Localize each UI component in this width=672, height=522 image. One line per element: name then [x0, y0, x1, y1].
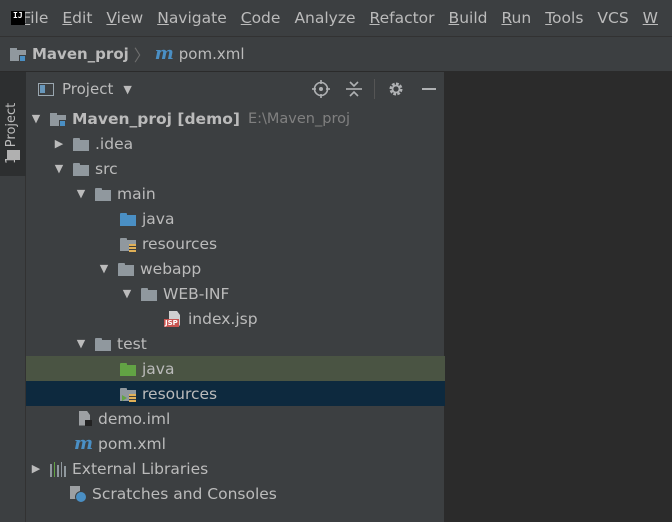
minimize-icon[interactable] [412, 72, 445, 106]
editor-area[interactable] [445, 72, 672, 522]
tree-item-label: main [117, 184, 156, 203]
menu-window[interactable]: W [643, 9, 658, 27]
panel-toolbar [304, 72, 445, 106]
tree-item-main-java[interactable]: ▶ java [26, 206, 445, 231]
project-view-selector[interactable]: Project [62, 80, 113, 98]
project-tree: ▼ Maven_proj [demo] E:\Maven_proj ▶ .ide… [26, 106, 445, 506]
maven-icon: m [154, 43, 174, 64]
test-resources-folder-icon [120, 386, 136, 402]
tree-item-label: demo.iml [98, 409, 171, 428]
expanded-arrow-icon[interactable]: ▼ [75, 337, 87, 350]
project-view-icon [38, 82, 54, 96]
collapsed-arrow-icon[interactable]: ▶ [53, 137, 65, 150]
tree-item-label: index.jsp [188, 309, 258, 328]
folder-icon [7, 150, 20, 160]
tree-item-main-resources[interactable]: ▶ resources [26, 231, 445, 256]
module-folder-icon [50, 111, 66, 127]
tree-item-test-java[interactable]: ▶ java [26, 356, 445, 381]
project-panel: Project ▼ ▼ Maven_proj [demo] E:\Maven_p… [26, 72, 445, 522]
locate-file-icon[interactable] [304, 72, 337, 106]
tree-item-label: External Libraries [72, 459, 209, 478]
menu-code[interactable]: Code [241, 9, 281, 27]
tree-item-label: test [117, 334, 147, 353]
folder-icon [95, 336, 111, 352]
menu-file[interactable]: File [22, 9, 48, 27]
tree-item-label: resources [142, 234, 218, 253]
tree-item-src[interactable]: ▼ src [26, 156, 445, 181]
toolbar-divider [374, 79, 375, 99]
expanded-arrow-icon[interactable]: ▼ [30, 112, 42, 125]
menu-view[interactable]: View [106, 9, 143, 27]
menu-navigate[interactable]: Navigate [157, 9, 227, 27]
menu-run[interactable]: Run [501, 9, 531, 27]
tree-item-external-libraries[interactable]: ▶ External Libraries [26, 456, 445, 481]
gear-icon[interactable] [379, 72, 412, 106]
library-icon [50, 461, 66, 477]
expanded-arrow-icon[interactable]: ▼ [53, 162, 65, 175]
expanded-arrow-icon[interactable]: ▼ [75, 187, 87, 200]
project-panel-header: Project ▼ [26, 72, 445, 106]
test-source-folder-icon [120, 361, 136, 377]
project-tool-tab[interactable]: 1: Project [0, 72, 26, 176]
menu-tools[interactable]: Tools [545, 9, 583, 27]
tree-item-idea[interactable]: ▶ .idea [26, 131, 445, 156]
breadcrumb-project[interactable]: Maven_proj [10, 45, 129, 63]
folder-icon [73, 136, 89, 152]
collapse-all-icon[interactable] [337, 72, 370, 106]
source-folder-icon [120, 211, 136, 227]
tree-item-demo-iml[interactable]: ▶ demo.iml [26, 406, 445, 431]
resources-folder-icon [120, 236, 136, 252]
breadcrumb-project-label: Maven_proj [32, 45, 129, 63]
tree-item-root[interactable]: ▼ Maven_proj [demo] E:\Maven_proj [26, 106, 445, 131]
menu-analyze[interactable]: Analyze [294, 9, 355, 27]
breadcrumb: Maven_proj 〉 m pom.xml [0, 36, 672, 72]
jsp-file-icon: JSP [164, 310, 182, 327]
left-tool-strip: 1: Project [0, 72, 26, 522]
tree-item-label: src [95, 159, 118, 178]
breadcrumb-file-label: pom.xml [178, 45, 245, 63]
tree-item-test-resources[interactable]: ▶ resources [26, 381, 445, 406]
tree-item-scratches[interactable]: ▶ Scratches and Consoles [26, 481, 445, 506]
menu-build[interactable]: Build [449, 9, 488, 27]
chevron-down-icon[interactable]: ▼ [123, 83, 131, 96]
tree-item-webapp[interactable]: ▼ webapp [26, 256, 445, 281]
tree-item-label: webapp [140, 259, 202, 278]
breadcrumb-separator: 〉 [133, 46, 150, 65]
folder-icon [95, 186, 111, 202]
menu-refactor[interactable]: Refactor [370, 9, 435, 27]
tree-item-label: resources [142, 384, 218, 403]
tree-item-label: .idea [95, 134, 134, 153]
jsp-tag: JSP [164, 318, 179, 327]
maven-icon: m [74, 432, 94, 454]
tree-item-main[interactable]: ▼ main [26, 181, 445, 206]
scratches-icon [70, 485, 87, 503]
menu-bar: IJ File Edit View Navigate Code Analyze … [0, 0, 672, 36]
tree-item-label: java [142, 359, 175, 378]
tree-item-webinf[interactable]: ▼ WEB-INF [26, 281, 445, 306]
tree-item-pom-xml[interactable]: ▶ m pom.xml [26, 431, 445, 456]
folder-icon [141, 286, 157, 302]
tree-item-path: E:\Maven_proj [247, 110, 350, 127]
folder-icon [73, 161, 89, 177]
breadcrumb-file[interactable]: m pom.xml [154, 43, 245, 64]
tree-item-label: WEB-INF [163, 284, 230, 303]
tree-item-label: Scratches and Consoles [92, 484, 277, 503]
tree-item-label: Maven_proj [demo] [72, 109, 240, 128]
menu-edit[interactable]: Edit [62, 9, 92, 27]
tree-item-label: java [142, 209, 175, 228]
folder-icon [118, 261, 134, 277]
expanded-arrow-icon[interactable]: ▼ [121, 287, 133, 300]
iml-file-icon [76, 410, 92, 427]
expanded-arrow-icon[interactable]: ▼ [98, 262, 110, 275]
tree-item-test[interactable]: ▼ test [26, 331, 445, 356]
collapsed-arrow-icon[interactable]: ▶ [30, 462, 42, 475]
module-folder-icon [10, 46, 26, 62]
tree-item-index-jsp[interactable]: ▶ JSP index.jsp [26, 306, 445, 331]
tree-item-label: pom.xml [98, 434, 166, 453]
menu-vcs[interactable]: VCS [597, 9, 628, 27]
